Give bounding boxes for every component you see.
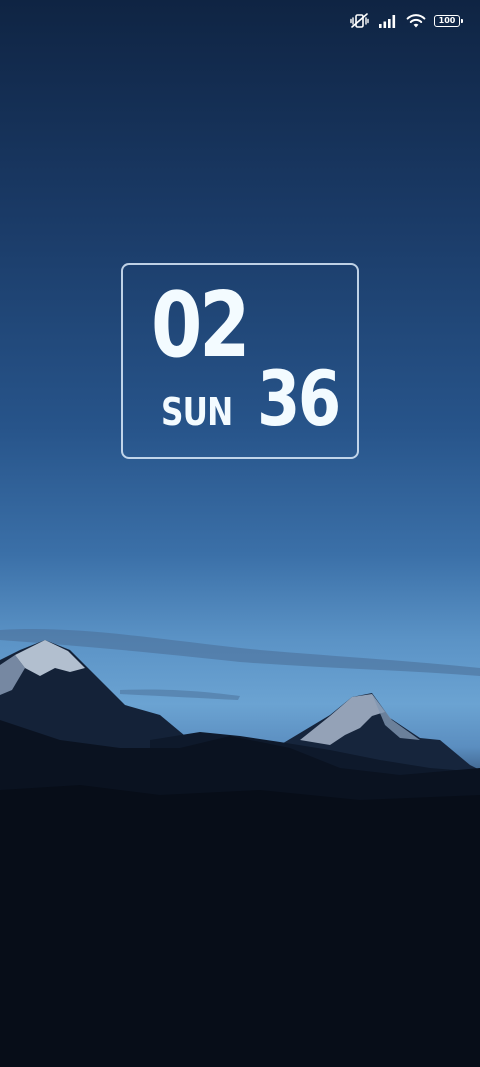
wallpaper-mountains — [0, 629, 480, 1067]
clock-hour: 02 — [151, 273, 250, 378]
vibrate-silent-icon — [350, 13, 370, 29]
status-bar: 100 — [350, 10, 463, 32]
clock-day: SUN — [161, 390, 233, 434]
battery-level: 100 — [438, 16, 456, 25]
lock-screen: 100 02 SUN 36 — [0, 0, 480, 1067]
wifi-icon — [406, 13, 426, 29]
battery-icon: 100 — [434, 15, 463, 27]
signal-icon — [378, 14, 398, 28]
clock-minute: 36 — [257, 354, 341, 443]
clock-widget[interactable]: 02 SUN 36 — [121, 263, 359, 459]
